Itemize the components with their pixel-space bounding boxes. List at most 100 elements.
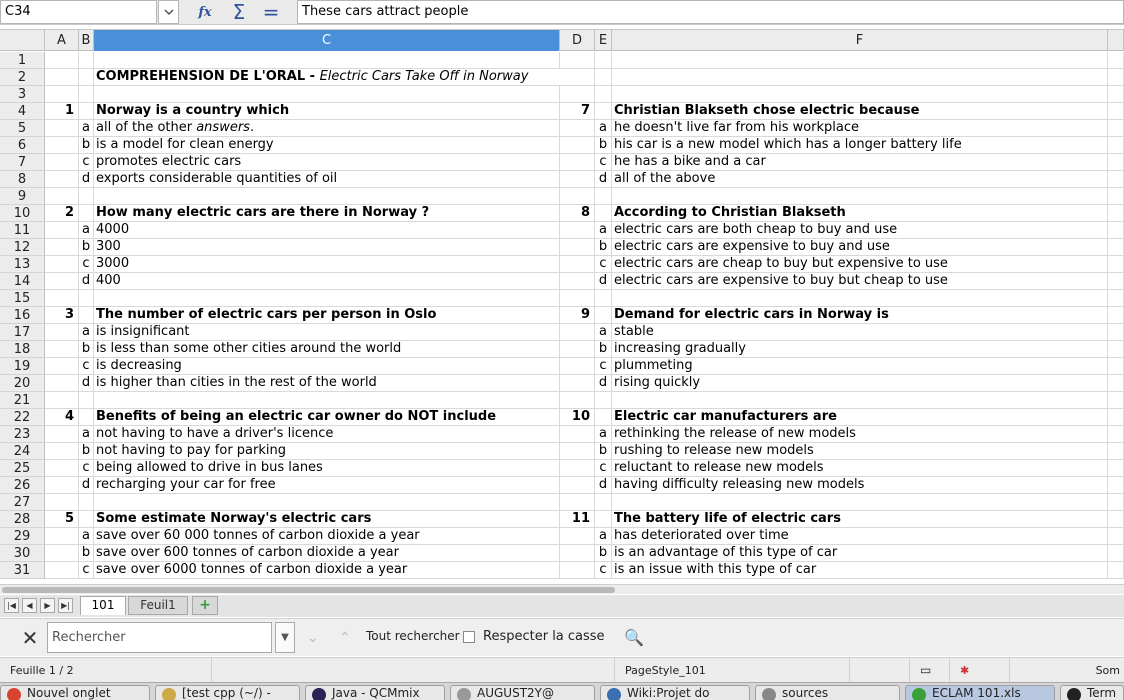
cell-e11[interactable]: a (595, 222, 612, 239)
cell-b4[interactable] (79, 103, 94, 120)
cell-e6[interactable]: b (595, 137, 612, 154)
corner-select-all[interactable] (0, 30, 45, 51)
cell-c14[interactable]: 400 (94, 273, 560, 290)
match-case-label[interactable]: Respecter la casse (483, 629, 605, 644)
cell-g29[interactable] (1108, 528, 1124, 545)
cell-b18[interactable]: b (79, 341, 94, 358)
cell-g24[interactable] (1108, 443, 1124, 460)
row-header[interactable]: 8 (0, 171, 45, 188)
column-header-e[interactable]: E (595, 30, 612, 51)
cell-a5[interactable] (45, 120, 79, 137)
row-header[interactable]: 11 (0, 222, 45, 239)
cell-f21[interactable] (612, 392, 1108, 409)
cell-e4[interactable] (595, 103, 612, 120)
cell-c3[interactable] (94, 86, 560, 103)
row-header[interactable]: 30 (0, 545, 45, 562)
cell-f28[interactable]: The battery life of electric cars (612, 511, 1108, 528)
cell-a10[interactable]: 2 (45, 205, 79, 222)
cell-c25[interactable]: being allowed to drive in bus lanes (94, 460, 560, 477)
add-sheet-icon[interactable]: + (192, 596, 218, 615)
cell-e21[interactable] (595, 392, 612, 409)
cell-c27[interactable] (94, 494, 560, 511)
name-box-dropdown[interactable] (158, 0, 179, 24)
cell-a25[interactable] (45, 460, 79, 477)
cell-g8[interactable] (1108, 171, 1124, 188)
cell-g2[interactable] (1108, 69, 1124, 86)
cell-d29[interactable] (560, 528, 595, 545)
cell-b23[interactable]: a (79, 426, 94, 443)
cell-a27[interactable] (45, 494, 79, 511)
cell-c20[interactable]: is higher than cities in the rest of the… (94, 375, 560, 392)
cell-f19[interactable]: plummeting (612, 358, 1108, 375)
cell-f29[interactable]: has deteriorated over time (612, 528, 1108, 545)
cell-d22[interactable]: 10 (560, 409, 595, 426)
row-header[interactable]: 17 (0, 324, 45, 341)
formula-input[interactable]: These cars attract people (297, 0, 1124, 24)
cell-c1[interactable] (94, 52, 560, 69)
row-header[interactable]: 1 (0, 52, 45, 69)
cell-g9[interactable] (1108, 188, 1124, 205)
cell-f11[interactable]: electric cars are both cheap to buy and … (612, 222, 1108, 239)
cell-d15[interactable] (560, 290, 595, 307)
find-all-button[interactable]: Tout rechercher (366, 629, 460, 643)
cell-a15[interactable] (45, 290, 79, 307)
cell-d6[interactable] (560, 137, 595, 154)
cell-g1[interactable] (1108, 52, 1124, 69)
cell-g11[interactable] (1108, 222, 1124, 239)
cell-b14[interactable]: d (79, 273, 94, 290)
cell-g19[interactable] (1108, 358, 1124, 375)
cell-a16[interactable]: 3 (45, 307, 79, 324)
cell-c15[interactable] (94, 290, 560, 307)
taskbar-item[interactable]: Term (1060, 685, 1124, 700)
cell-b10[interactable] (79, 205, 94, 222)
cell-c4[interactable]: Norway is a country which (94, 103, 560, 120)
cell-e25[interactable]: c (595, 460, 612, 477)
row-header[interactable]: 4 (0, 103, 45, 120)
cell-a9[interactable] (45, 188, 79, 205)
cell-g5[interactable] (1108, 120, 1124, 137)
cell-b27[interactable] (79, 494, 94, 511)
cell-g18[interactable] (1108, 341, 1124, 358)
cell-a23[interactable] (45, 426, 79, 443)
cell-d5[interactable] (560, 120, 595, 137)
cell-c6[interactable]: is a model for clean energy (94, 137, 560, 154)
cell-f26[interactable]: having difficulty releasing new models (612, 477, 1108, 494)
row-header[interactable]: 20 (0, 375, 45, 392)
cell-g17[interactable] (1108, 324, 1124, 341)
cell-d1[interactable] (560, 52, 595, 69)
cell-c12[interactable]: 300 (94, 239, 560, 256)
cell-e24[interactable]: b (595, 443, 612, 460)
row-header[interactable]: 25 (0, 460, 45, 477)
cell-d28[interactable]: 11 (560, 511, 595, 528)
search-input[interactable]: Rechercher (47, 622, 272, 653)
cell-a8[interactable] (45, 171, 79, 188)
cell-f27[interactable] (612, 494, 1108, 511)
cell-d9[interactable] (560, 188, 595, 205)
cell-g14[interactable] (1108, 273, 1124, 290)
cell-e14[interactable]: d (595, 273, 612, 290)
cell-c17[interactable]: is insignificant (94, 324, 560, 341)
row-header[interactable]: 16 (0, 307, 45, 324)
row-header[interactable]: 31 (0, 562, 45, 579)
cell-f10[interactable]: According to Christian Blakseth (612, 205, 1108, 222)
cell-c28[interactable]: Some estimate Norway's electric cars (94, 511, 560, 528)
cell-g23[interactable] (1108, 426, 1124, 443)
cell-d20[interactable] (560, 375, 595, 392)
row-header[interactable]: 14 (0, 273, 45, 290)
cell-e5[interactable]: a (595, 120, 612, 137)
cell-b12[interactable]: b (79, 239, 94, 256)
cell-c18[interactable]: is less than some other cities around th… (94, 341, 560, 358)
column-header-d[interactable]: D (560, 30, 595, 51)
cell-g10[interactable] (1108, 205, 1124, 222)
cell-e23[interactable]: a (595, 426, 612, 443)
cell-f7[interactable]: he has a bike and a car (612, 154, 1108, 171)
row-header[interactable]: 26 (0, 477, 45, 494)
cell-e9[interactable] (595, 188, 612, 205)
column-header-c[interactable]: C (94, 30, 560, 51)
cell-e1[interactable] (595, 52, 612, 69)
cell-b20[interactable]: d (79, 375, 94, 392)
cell-e2[interactable] (595, 69, 612, 86)
cell-d10[interactable]: 8 (560, 205, 595, 222)
cell-g13[interactable] (1108, 256, 1124, 273)
cell-e22[interactable] (595, 409, 612, 426)
